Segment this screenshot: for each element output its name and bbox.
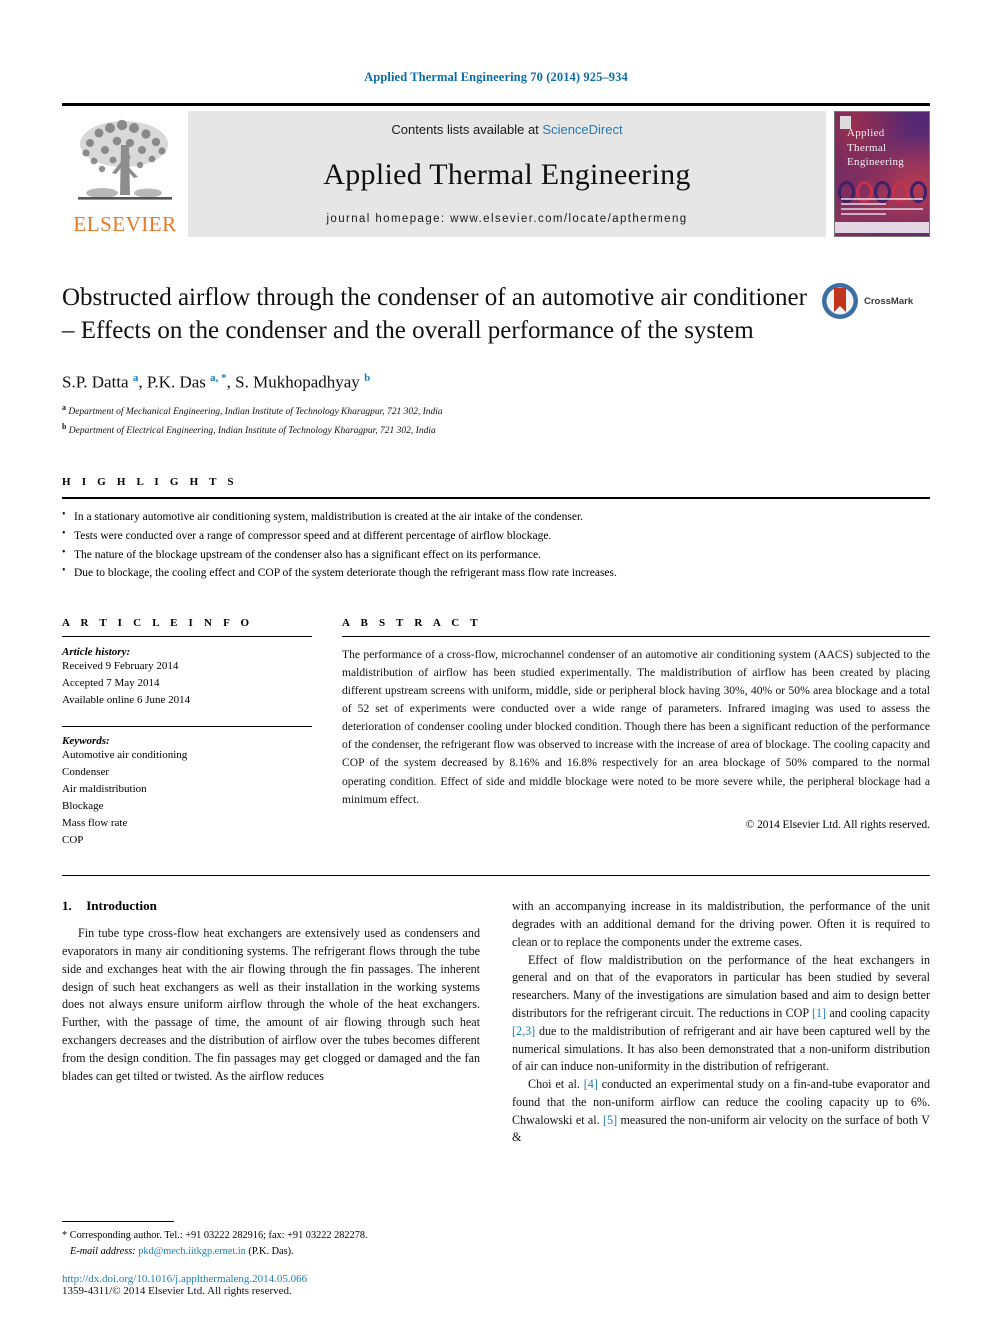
highlights-heading: H I G H L I G H T S bbox=[62, 476, 238, 489]
footnote-zone: * Corresponding author. Tel.: +91 03222 … bbox=[62, 1221, 462, 1297]
elsevier-tree-icon bbox=[78, 119, 172, 200]
cover-title-line-2: Thermal bbox=[847, 141, 887, 154]
abstract-text: The performance of a cross-flow, microch… bbox=[342, 647, 930, 806]
crossmark-icon bbox=[822, 283, 858, 319]
email-suffix: (P.K. Das). bbox=[248, 1245, 294, 1257]
page-title: Obstructed airflow through the condenser… bbox=[62, 284, 807, 344]
cover-title-text: Applied Thermal Engineering bbox=[847, 126, 904, 170]
affiliation-marker-a: a bbox=[62, 402, 66, 412]
affiliation-b: b Department of Electrical Engineering, … bbox=[62, 421, 930, 438]
contents-available-line: Contents lists available at ScienceDirec… bbox=[391, 122, 622, 137]
para2-part-b: and cooling capacity bbox=[826, 1005, 930, 1020]
keyword-item: Automotive air conditioning bbox=[62, 749, 188, 762]
journal-masthead: ELSEVIER Contents lists available at Sci… bbox=[62, 103, 930, 237]
citation-ref-23[interactable]: [2,3] bbox=[512, 1024, 535, 1038]
article-info-heading: A R T I C L E I N F O bbox=[62, 616, 254, 629]
keyword-item: Condenser bbox=[62, 766, 110, 779]
email-link[interactable]: pkd@mech.iitkgp.ernet.in bbox=[138, 1246, 246, 1257]
cover-text-lines bbox=[841, 198, 923, 218]
footnote-rule bbox=[62, 1221, 174, 1223]
affiliation-text-a: Department of Mechanical Engineering, In… bbox=[68, 406, 443, 417]
citation-ref-4[interactable]: [4] bbox=[584, 1077, 598, 1091]
masthead-center-panel: Contents lists available at ScienceDirec… bbox=[188, 111, 826, 237]
affiliation-text-b: Department of Electrical Engineering, In… bbox=[68, 426, 436, 437]
info-abstract-row: A R T I C L E I N F O Article history: R… bbox=[62, 617, 930, 849]
keywords-label: Keywords: bbox=[62, 735, 110, 748]
cover-footer-band bbox=[835, 222, 929, 233]
issn-copyright-line: 1359-4311/© 2014 Elsevier Ltd. All right… bbox=[62, 1285, 292, 1297]
email-note: E-mail address: pkd@mech.iitkgp.ernet.in… bbox=[62, 1244, 462, 1259]
history-received: Received 9 February 2014 bbox=[62, 659, 179, 672]
section-heading-introduction: 1. Introduction bbox=[62, 898, 480, 914]
affiliation-a: a Department of Mechanical Engineering, … bbox=[62, 402, 930, 419]
affiliation-marker-b: b bbox=[62, 422, 67, 432]
highlights-list: In a stationary automotive air condition… bbox=[62, 507, 930, 583]
running-head: Applied Thermal Engineering 70 (2014) 92… bbox=[364, 70, 628, 84]
keyword-item: COP bbox=[62, 834, 84, 847]
paper-page: Applied Thermal Engineering 70 (2014) 92… bbox=[0, 0, 992, 1323]
intro-paragraph-right-3: Choi et al. [4] conducted an experimenta… bbox=[512, 1076, 930, 1147]
body-column-left: 1. Introduction Fin tube type cross-flow… bbox=[62, 898, 480, 1147]
article-info-column: A R T I C L E I N F O Article history: R… bbox=[62, 617, 312, 849]
keywords-block: Keywords: Automotive air conditioning Co… bbox=[62, 726, 312, 849]
email-label: E-mail address: bbox=[70, 1245, 136, 1257]
para2-part-c: due to the maldistribution of refrigeran… bbox=[512, 1023, 930, 1074]
elsevier-wordmark: ELSEVIER bbox=[73, 212, 177, 236]
doi-link[interactable]: http://dx.doi.org/10.1016/j.applthermale… bbox=[62, 1273, 462, 1285]
highlights-section: H I G H L I G H T S In a stationary auto… bbox=[62, 476, 930, 583]
elsevier-logo: ELSEVIER bbox=[62, 111, 188, 237]
intro-paragraph-left: Fin tube type cross-flow heat exchangers… bbox=[62, 926, 480, 1083]
abstract-copyright: © 2014 Elsevier Ltd. All rights reserved… bbox=[745, 818, 930, 831]
abstract-column: A B S T R A C T The performance of a cro… bbox=[342, 617, 930, 849]
journal-homepage-link[interactable]: journal homepage: www.elsevier.com/locat… bbox=[326, 213, 687, 225]
abstract-heading: A B S T R A C T bbox=[342, 616, 482, 629]
keyword-item: Air maldistribution bbox=[62, 783, 147, 796]
section-number: 1. bbox=[62, 898, 72, 914]
journal-title: Applied Thermal Engineering bbox=[323, 158, 691, 191]
article-history-label: Article history: bbox=[62, 645, 131, 658]
keyword-item: Blockage bbox=[62, 800, 104, 813]
para3-part-a: Choi et al. bbox=[528, 1077, 584, 1092]
journal-cover-thumbnail: Applied Thermal Engineering bbox=[834, 111, 930, 237]
citation-ref-5[interactable]: [5] bbox=[603, 1113, 617, 1127]
intro-paragraph-right-1: with an accompanying increase in its mal… bbox=[512, 899, 930, 949]
corresponding-author-note: * Corresponding author. Tel.: +91 03222 … bbox=[62, 1230, 368, 1242]
keyword-item: Mass flow rate bbox=[62, 817, 128, 830]
crossmark-label: CrossMark bbox=[864, 295, 914, 307]
cover-title-line-1: Applied bbox=[847, 127, 885, 139]
section-title-text: Introduction bbox=[86, 898, 157, 914]
body-separator-rule bbox=[62, 875, 930, 877]
highlight-item: The nature of the blockage upstream of t… bbox=[62, 545, 930, 565]
sciencedirect-link[interactable]: ScienceDirect bbox=[542, 122, 622, 137]
crossmark-badge[interactable]: CrossMark bbox=[820, 281, 930, 321]
history-online: Available online 6 June 2014 bbox=[62, 694, 191, 707]
doi-block: http://dx.doi.org/10.1016/j.applthermale… bbox=[62, 1273, 462, 1297]
citation-ref-1[interactable]: [1] bbox=[812, 1006, 826, 1020]
intro-paragraph-right-2: Effect of flow maldistribution on the pe… bbox=[512, 952, 930, 1076]
title-block: Obstructed airflow through the condenser… bbox=[62, 281, 930, 438]
body-column-right: with an accompanying increase in its mal… bbox=[512, 898, 930, 1147]
history-accepted: Accepted 7 May 2014 bbox=[62, 677, 160, 690]
body-columns: 1. Introduction Fin tube type cross-flow… bbox=[62, 898, 930, 1147]
highlight-item: In a stationary automotive air condition… bbox=[62, 507, 930, 527]
highlight-item: Due to blockage, the cooling effect and … bbox=[62, 563, 930, 583]
contents-prefix: Contents lists available at bbox=[391, 122, 543, 137]
highlight-item: Tests were conducted over a range of com… bbox=[62, 526, 930, 546]
cover-title-line-3: Engineering bbox=[847, 156, 905, 169]
author-list: S.P. Datta a, P.K. Das a, *, S. Mukhopad… bbox=[62, 372, 371, 392]
